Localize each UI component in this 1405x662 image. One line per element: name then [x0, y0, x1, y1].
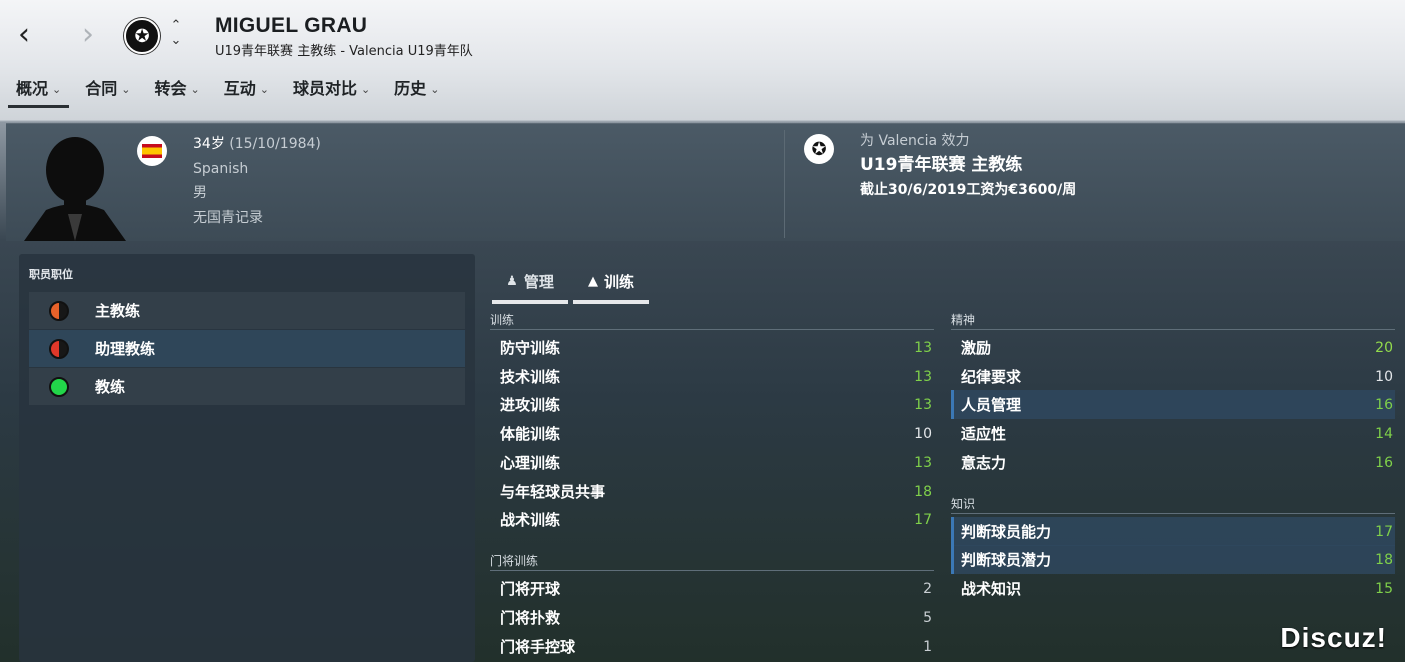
attr-row[interactable]: 心理训练 13 — [490, 448, 934, 477]
back-arrow-icon[interactable]: ‹ — [18, 18, 48, 52]
club-info: 为 Valencia 效力 U19青年联赛 主教练 截止30/6/2019工资为… — [860, 130, 1076, 201]
tab-history[interactable]: 历史 ⌄ — [386, 76, 447, 108]
person-icon: ♟ — [506, 273, 518, 289]
attr-row[interactable]: 判断球员能力 17 — [951, 517, 1395, 546]
attr-row[interactable]: 门将开球 2 — [490, 574, 934, 603]
club-line: 为 Valencia 效力 — [860, 133, 970, 149]
tab-contract[interactable]: 合同 ⌄ — [77, 76, 138, 108]
role-label: 助理教练 — [95, 340, 156, 358]
forward-arrow-icon[interactable]: › — [82, 18, 112, 52]
up-down-chevron-icon[interactable]: ⌃ ⌄ — [166, 18, 186, 50]
nationality: Spanish — [193, 160, 249, 177]
gender: 男 — [193, 185, 207, 201]
role-suitability-icon — [49, 300, 69, 321]
panel-title: 职员职位 — [29, 268, 73, 281]
attr-row[interactable]: 防守训练 13 — [490, 333, 934, 362]
age: 34岁 — [193, 136, 225, 152]
attr-row[interactable]: 体能训练 10 — [490, 419, 934, 448]
page-title: MIGUEL GRAU — [215, 14, 368, 37]
role-head-coach[interactable]: 主教练 — [29, 292, 465, 329]
contract-info: 截止30/6/2019工资为€3600/周 — [860, 182, 1077, 198]
date-of-birth: (15/10/1984) — [229, 136, 321, 152]
role-suitability-icon — [49, 338, 69, 359]
attr-row[interactable]: 战术知识 15 — [951, 574, 1395, 603]
attr-row[interactable]: 纪律要求 10 — [951, 362, 1395, 391]
subtab-training[interactable]: ▲ 训练 — [573, 262, 649, 304]
tab-compare[interactable]: 球员对比 ⌄ — [285, 76, 378, 108]
role-suitability-icon — [49, 376, 69, 397]
header-bar: ‹ › ✪ ⌃ ⌄ MIGUEL GRAU U19青年联赛 主教练 - Valen… — [0, 0, 1405, 120]
attr-row[interactable]: 进攻训练 13 — [490, 390, 934, 419]
chevron-down-icon: ⌄ — [259, 83, 269, 96]
attr-row[interactable]: 激励 20 — [951, 333, 1395, 362]
attr-row[interactable]: 技术训练 13 — [490, 362, 934, 391]
tab-interaction[interactable]: 互动 ⌄ — [216, 76, 277, 108]
profile-strip: 34岁 (15/10/1984) Spanish 男 无国青记录 ✪ 为 Val… — [6, 123, 1405, 241]
attribute-subtabs: ♟ 管理 ▲ 训练 — [492, 262, 649, 304]
section-mental: 精神 — [951, 311, 1395, 330]
attr-row[interactable]: 适应性 14 — [951, 419, 1395, 448]
attr-row[interactable]: 与年轻球员共事 18 — [490, 477, 934, 506]
main-tabs: 概况 ⌄ 合同 ⌄ 转会 ⌄ 互动 ⌄ 球员对比 ⌄ 历史 ⌄ — [0, 76, 447, 110]
job-title: U19青年联赛 主教练 — [860, 155, 1023, 175]
attr-row[interactable]: 门将扑救 5 — [490, 603, 934, 632]
attr-row[interactable]: 战术训练 17 — [490, 505, 934, 534]
role-label: 教练 — [95, 378, 126, 396]
attr-row[interactable]: 人员管理 16 — [951, 390, 1395, 419]
coach-icon: ▲ — [587, 273, 598, 289]
chevron-down-icon: ⌄ — [360, 83, 371, 96]
avatar — [24, 137, 126, 241]
attr-row[interactable]: 意志力 16 — [951, 448, 1395, 477]
spain-flag-icon — [137, 136, 167, 166]
section-knowledge: 知识 — [951, 495, 1395, 514]
page-subtitle: U19青年联赛 主教练 - Valencia U19青年队 — [215, 44, 473, 59]
personal-info: 34岁 (15/10/1984) Spanish 男 无国青记录 — [193, 132, 321, 230]
section-gk-training: 门将训练 — [490, 552, 934, 571]
attr-row[interactable]: 判断球员潜力 18 — [951, 545, 1395, 574]
section-training: 训练 — [490, 311, 934, 330]
subtab-management[interactable]: ♟ 管理 — [492, 262, 568, 304]
role-assistant-manager[interactable]: 助理教练 — [29, 330, 465, 367]
club-badge-icon[interactable]: ✪ — [804, 134, 834, 164]
chevron-down-icon: ⌄ — [430, 83, 440, 96]
attr-row[interactable]: 门将手控球 1 — [490, 632, 934, 661]
club-badge-icon[interactable]: ✪ — [124, 18, 160, 54]
chevron-down-icon: ⌄ — [190, 83, 200, 96]
chevron-down-icon: ⌄ — [121, 83, 131, 96]
staff-roles-panel: 职员职位 主教练 助理教练 教练 — [19, 254, 475, 662]
tab-transfer[interactable]: 转会 ⌄ — [146, 76, 207, 108]
youth-record: 无国青记录 — [193, 209, 263, 226]
divider — [784, 130, 785, 238]
role-label: 主教练 — [95, 302, 141, 320]
chevron-down-icon: ⌄ — [52, 83, 62, 96]
watermark-logo: Discuz! — [1280, 622, 1387, 653]
tab-overview[interactable]: 概况 ⌄ — [8, 76, 70, 108]
role-coach[interactable]: 教练 — [29, 368, 465, 405]
